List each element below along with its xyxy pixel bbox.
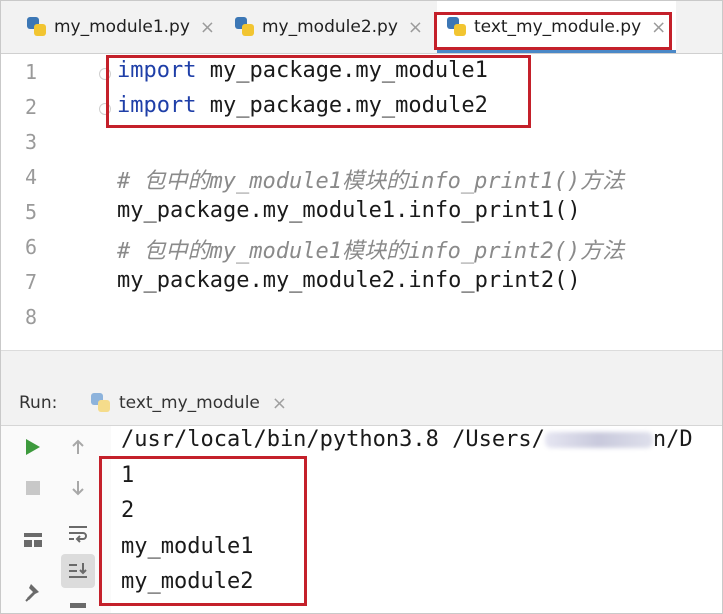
code-comment-line-6: # 包中的my_module1模块的info_print2()方法	[117, 239, 625, 264]
editor-tab-bar: my_module1.py × my_module2.py × text_my_…	[1, 1, 722, 54]
line-number: 4	[24, 165, 38, 189]
run-button[interactable]	[18, 432, 48, 462]
line-number: 7	[24, 270, 38, 294]
arrow-down-icon	[72, 481, 84, 496]
close-icon[interactable]: ×	[408, 17, 423, 38]
active-tab-highlight-box	[434, 12, 672, 50]
close-icon[interactable]: ×	[200, 17, 215, 38]
play-icon	[26, 439, 40, 455]
ide-window: my_module1.py × my_module2.py × text_my_…	[0, 0, 723, 614]
print-button[interactable]	[63, 598, 93, 612]
python-file-icon	[91, 393, 111, 413]
console-command-line: /usr/local/bin/python3.8 /Users/n/D	[121, 427, 693, 452]
line-number: 6	[24, 235, 38, 259]
stop-button[interactable]	[18, 473, 48, 503]
soft-wrap-icon	[69, 526, 87, 543]
run-label: Run:	[19, 393, 58, 413]
run-tool-window-header: Run: text_my_module ×	[1, 381, 722, 426]
output-highlight-box	[99, 456, 307, 606]
close-icon[interactable]: ×	[272, 393, 287, 414]
scroll-to-end-icon	[69, 563, 87, 578]
line-number: 2	[24, 95, 38, 119]
line-number: 5	[24, 200, 38, 224]
layout-icon	[24, 533, 42, 547]
run-tab-label: text_my_module	[119, 393, 260, 413]
console-path-start: /usr/local/bin/python3.8 /Users/	[121, 427, 545, 452]
console-path-end: n/D	[652, 427, 693, 452]
soft-wrap-button[interactable]	[63, 518, 93, 548]
run-toolbar	[1, 426, 111, 613]
line-number: 1	[24, 60, 38, 84]
pin-icon	[25, 584, 39, 602]
line-number: 3	[24, 130, 38, 154]
panel-splitter[interactable]	[1, 350, 722, 382]
tab-my-module2[interactable]: my_module2.py ×	[235, 1, 423, 53]
arrow-up-icon	[72, 439, 84, 454]
tab-label: my_module1.py	[54, 17, 190, 37]
rerun-up-button[interactable]	[63, 432, 93, 462]
code-line-7: my_package.my_module2.info_print2()	[117, 268, 581, 293]
run-config-tab[interactable]: text_my_module ×	[91, 391, 287, 415]
print-icon	[70, 603, 86, 608]
run-output-panel: /usr/local/bin/python3.8 /Users/n/D 1 2 …	[1, 426, 722, 613]
line-number: 8	[24, 305, 38, 329]
scroll-to-end-button[interactable]	[61, 554, 95, 588]
import-lines-highlight-box	[106, 55, 531, 128]
scroll-down-button[interactable]	[63, 473, 93, 503]
tab-my-module1[interactable]: my_module1.py ×	[27, 1, 215, 53]
python-file-icon	[27, 17, 47, 37]
pin-button[interactable]	[18, 578, 48, 608]
code-comment-line-4: # 包中的my_module1模块的info_print1()方法	[117, 169, 625, 194]
stop-icon	[26, 481, 40, 495]
python-file-icon	[235, 17, 255, 37]
code-editor[interactable]: 1 2 3 4 5 6 7 8 import my_package.my_mod…	[1, 54, 722, 349]
code-line-5: my_package.my_module1.info_print1()	[117, 198, 581, 223]
tab-label: my_module2.py	[262, 17, 398, 37]
layout-button[interactable]	[18, 525, 48, 555]
redacted-username	[544, 432, 653, 448]
